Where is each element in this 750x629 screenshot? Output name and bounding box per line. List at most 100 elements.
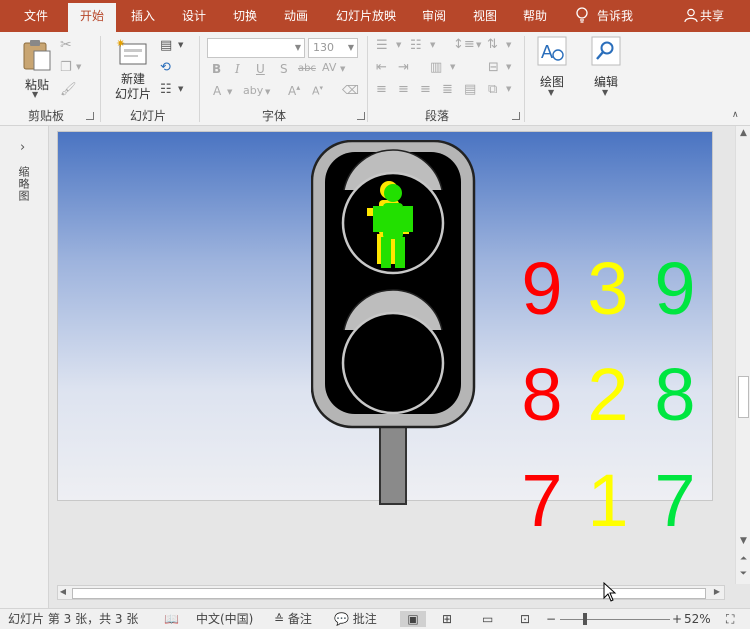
notes-button[interactable]: ≙ 备注: [274, 611, 312, 627]
align-text-dropdown-icon[interactable]: ▼: [506, 63, 511, 71]
char-spacing-dropdown-icon[interactable]: ▼: [340, 65, 345, 73]
decrease-indent-icon[interactable]: ⇤: [376, 60, 387, 75]
normal-view-icon[interactable]: ▣: [400, 611, 426, 627]
bold-icon[interactable]: B: [212, 62, 221, 76]
clipboard-launcher-icon[interactable]: [86, 112, 94, 120]
highlight-dropdown-icon[interactable]: ▼: [265, 88, 270, 96]
distributed-icon[interactable]: ▤: [464, 82, 476, 97]
tab-file[interactable]: 文件: [10, 0, 62, 32]
ribbon-tab-bar: 文件 开始 插入 设计 切换 动画 幻灯片放映 审阅 视图 帮助 告诉我 共享: [0, 0, 750, 32]
increase-indent-icon[interactable]: ⇥: [398, 60, 409, 75]
italic-icon[interactable]: I: [235, 62, 240, 76]
drawing-button[interactable]: A 绘图 ▼: [532, 36, 572, 102]
tab-design[interactable]: 设计: [170, 0, 218, 32]
vertical-scroll-thumb[interactable]: [738, 376, 749, 418]
shrink-font-icon[interactable]: A▾: [312, 84, 323, 98]
paste-dropdown-icon[interactable]: ▼: [32, 90, 38, 99]
align-center-icon[interactable]: ≡: [398, 82, 409, 97]
text-direction-icon[interactable]: ⇅: [487, 37, 498, 52]
tab-home[interactable]: 开始: [68, 3, 116, 32]
smartart-dropdown-icon[interactable]: ▼: [506, 85, 511, 93]
layout-dropdown-icon[interactable]: ▼: [178, 41, 183, 49]
copy-dropdown-icon[interactable]: ▼: [76, 63, 81, 71]
font-size-dropdown-icon[interactable]: ▼: [348, 39, 354, 57]
text-direction-dropdown-icon[interactable]: ▼: [506, 41, 511, 49]
underline-icon[interactable]: U: [256, 62, 265, 76]
spellcheck-icon[interactable]: 📖: [164, 611, 179, 627]
language-indicator[interactable]: 中文(中国): [196, 611, 253, 627]
thumbnail-pane-label[interactable]: 缩略图: [17, 166, 31, 202]
scroll-right-icon[interactable]: ▶: [712, 587, 722, 596]
traffic-light-icon[interactable]: [311, 140, 481, 512]
line-spacing-icon[interactable]: ↕≡: [453, 37, 475, 52]
smartart-icon[interactable]: ⧉: [488, 82, 497, 97]
scroll-down-icon[interactable]: ▼: [736, 536, 750, 546]
align-left-icon[interactable]: ≡: [376, 82, 387, 97]
new-slide-button[interactable]: ✷ 新建 幻灯片: [108, 38, 158, 104]
line-spacing-dropdown-icon[interactable]: ▼: [476, 41, 481, 49]
next-slide-icon[interactable]: ⏷: [736, 569, 750, 579]
horizontal-scrollbar[interactable]: ◀ ▶: [49, 584, 735, 601]
change-case-icon[interactable]: A: [213, 84, 221, 98]
columns-icon[interactable]: ▥: [430, 60, 442, 75]
collapse-ribbon-icon[interactable]: ∧: [732, 110, 739, 120]
scroll-up-icon[interactable]: ▲: [736, 128, 750, 138]
bullets-icon[interactable]: ☰: [376, 38, 388, 53]
copy-icon[interactable]: ❐: [60, 60, 72, 75]
font-name-combo[interactable]: ▼: [207, 38, 305, 58]
tab-review[interactable]: 审阅: [412, 0, 456, 32]
zoom-in-icon[interactable]: +: [672, 611, 682, 627]
section-icon[interactable]: ☷: [160, 82, 172, 97]
section-dropdown-icon[interactable]: ▼: [178, 85, 183, 93]
tab-help[interactable]: 帮助: [512, 0, 558, 32]
bullets-dropdown-icon[interactable]: ▼: [396, 41, 401, 49]
previous-slide-icon[interactable]: ⏶: [736, 554, 750, 564]
tab-view[interactable]: 视图: [462, 0, 508, 32]
zoom-slider[interactable]: [560, 619, 670, 620]
tell-me-box[interactable]: 告诉我: [575, 0, 633, 32]
align-text-icon[interactable]: ⊟: [488, 60, 499, 75]
font-launcher-icon[interactable]: [357, 112, 365, 120]
tab-insert[interactable]: 插入: [120, 0, 166, 32]
zoom-slider-thumb[interactable]: [583, 613, 587, 625]
cut-icon[interactable]: ✂: [60, 37, 72, 53]
numbering-dropdown-icon[interactable]: ▼: [430, 41, 435, 49]
grow-font-icon[interactable]: A▴: [288, 83, 300, 98]
justify-icon[interactable]: ≣: [442, 82, 453, 97]
editing-button[interactable]: 编辑 ▼: [586, 36, 626, 102]
change-case-dropdown-icon[interactable]: ▼: [227, 88, 232, 96]
editing-dropdown-icon[interactable]: ▼: [602, 88, 608, 97]
horizontal-scroll-track[interactable]: ◀ ▶: [57, 585, 725, 600]
shadow-icon[interactable]: S: [280, 62, 288, 76]
strikethrough-icon[interactable]: abc: [298, 63, 316, 74]
slideshow-view-icon[interactable]: ⊡: [520, 611, 530, 627]
font-size-combo[interactable]: 130 ▼: [308, 38, 358, 58]
clear-formatting-icon[interactable]: ⌫: [342, 83, 359, 97]
fit-to-window-icon[interactable]: ⛶: [726, 611, 734, 627]
format-painter-icon[interactable]: 🖌: [60, 82, 77, 97]
char-spacing-icon[interactable]: AV: [322, 61, 336, 74]
font-name-dropdown-icon[interactable]: ▼: [295, 39, 301, 57]
person-icon: [684, 8, 698, 23]
tab-animations[interactable]: 动画: [272, 0, 320, 32]
paste-button[interactable]: 粘贴 ▼: [18, 38, 56, 99]
align-right-icon[interactable]: ≡: [420, 82, 431, 97]
drawing-dropdown-icon[interactable]: ▼: [548, 88, 554, 97]
zoom-level[interactable]: 52%: [684, 611, 711, 627]
slide-sorter-icon[interactable]: ⊞: [442, 611, 452, 627]
zoom-out-icon[interactable]: −: [546, 611, 556, 627]
tab-slideshow[interactable]: 幻灯片放映: [324, 0, 408, 32]
tab-transitions[interactable]: 切换: [222, 0, 268, 32]
scroll-left-icon[interactable]: ◀: [58, 587, 68, 596]
paragraph-launcher-icon[interactable]: [512, 112, 520, 120]
columns-dropdown-icon[interactable]: ▼: [450, 63, 455, 71]
highlight-icon[interactable]: aby: [243, 84, 263, 97]
numbering-icon[interactable]: ☷: [410, 38, 422, 53]
layout-icon[interactable]: ▤: [160, 38, 172, 53]
expand-thumbnails-icon[interactable]: ›: [20, 140, 25, 155]
vertical-scrollbar[interactable]: ▲ ▼ ⏶ ⏷: [735, 126, 750, 584]
share-button[interactable]: 共享: [684, 0, 724, 32]
comments-button[interactable]: 💬 批注: [334, 611, 377, 627]
reset-icon[interactable]: ⟲: [160, 60, 171, 75]
reading-view-icon[interactable]: ▭: [482, 611, 493, 627]
